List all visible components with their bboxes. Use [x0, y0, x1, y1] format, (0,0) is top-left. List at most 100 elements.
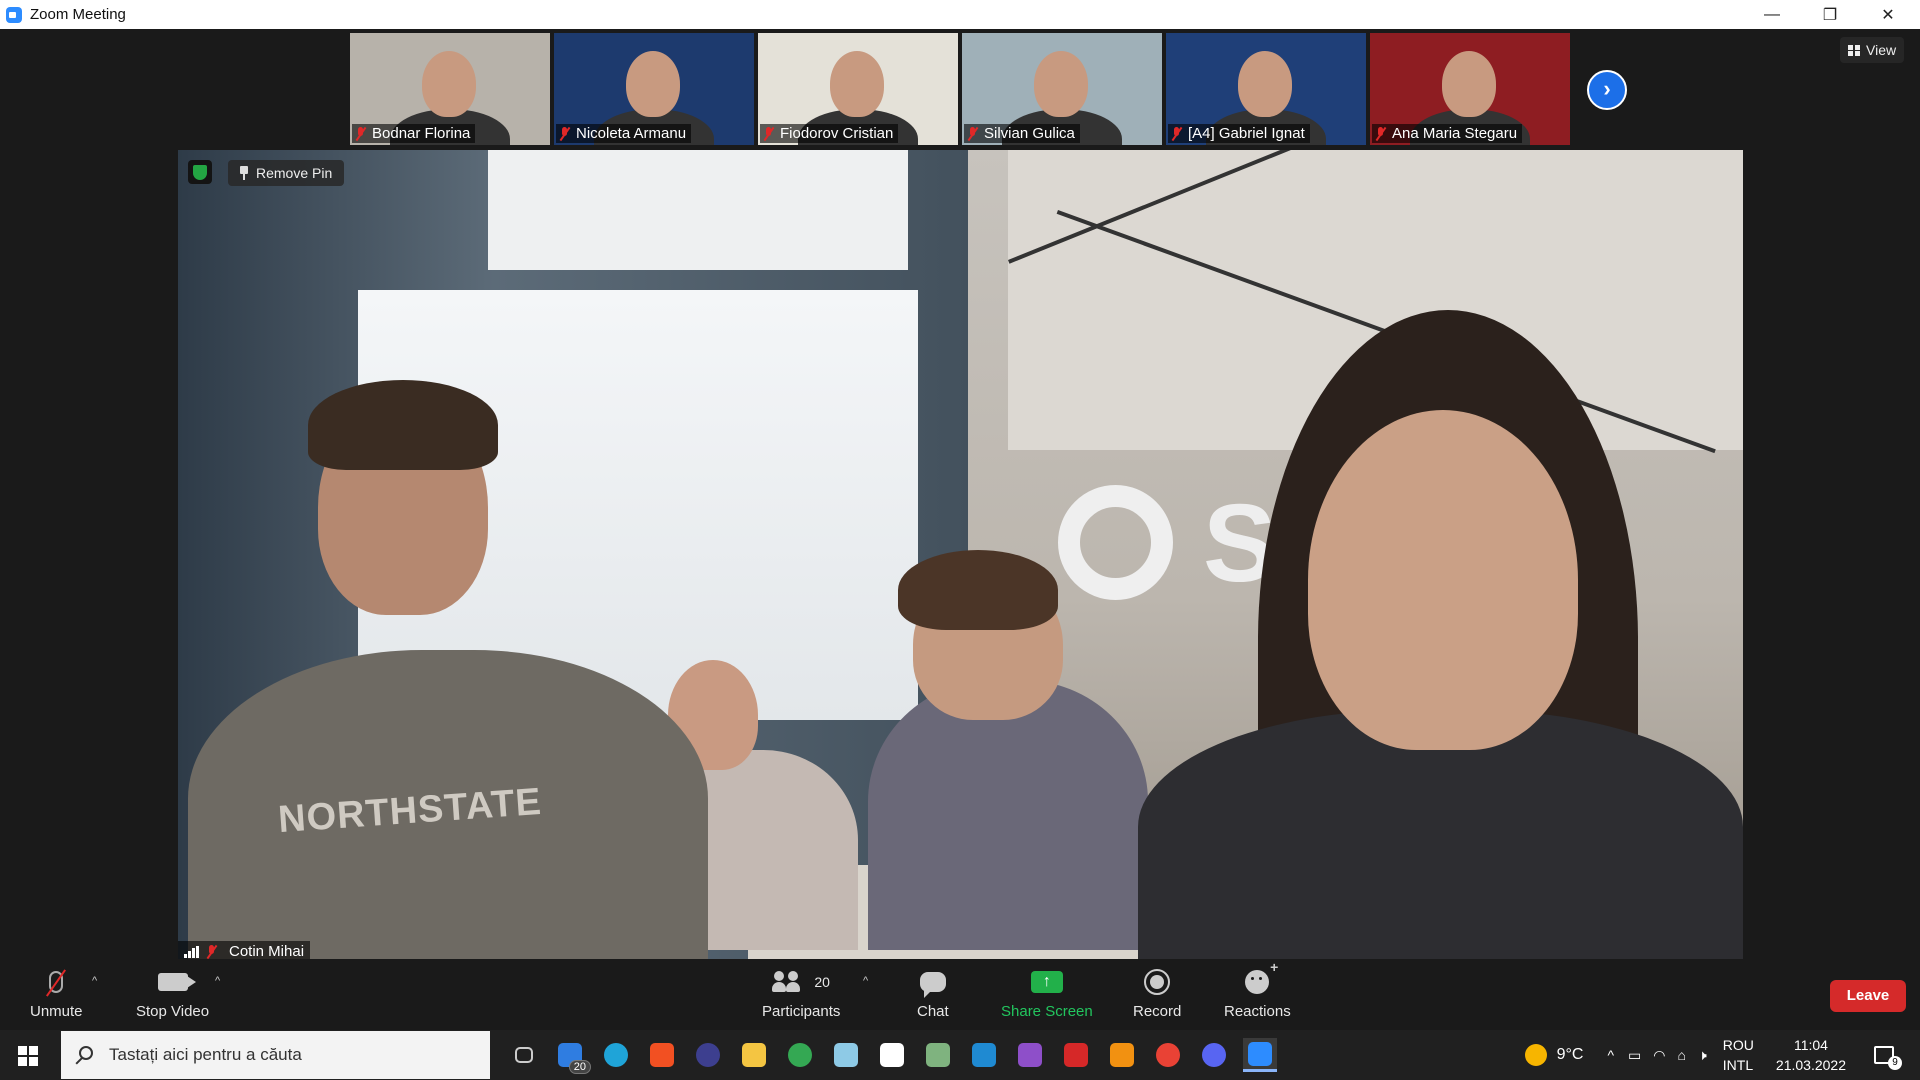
- taskbar-app-edge[interactable]: [599, 1038, 633, 1072]
- reactions-button[interactable]: Reactions: [1224, 959, 1291, 1020]
- mic-muted-icon: [559, 126, 570, 141]
- minimize-button[interactable]: —: [1743, 0, 1801, 29]
- title-bar: Zoom Meeting — ❐ ✕: [0, 0, 1920, 29]
- taskbar-app-visual-studio[interactable]: [1013, 1038, 1047, 1072]
- tray-chevron-icon[interactable]: ^: [1607, 1047, 1614, 1063]
- mic-muted-icon: [763, 126, 774, 141]
- icon-wrap: [919, 967, 946, 998]
- stop-video-label: Stop Video: [136, 1003, 210, 1020]
- participant-thumbnail[interactable]: [A4] Gabriel Ignat: [1166, 33, 1366, 145]
- mail-unread-badge: 20: [568, 1060, 591, 1074]
- mic-muted-icon: [1375, 126, 1386, 141]
- chat-button[interactable]: Chat: [917, 967, 949, 1020]
- video-options-caret[interactable]: ^: [215, 975, 220, 987]
- meeting-area: Bodnar Florina Nicoleta Armanu Fiodorov …: [0, 29, 1920, 963]
- weather-sun-icon[interactable]: [1524, 1044, 1547, 1066]
- taskbar-app-database-tool[interactable]: [921, 1038, 955, 1072]
- participant-face: [422, 51, 476, 117]
- unmute-button[interactable]: Unmute: [30, 967, 83, 1020]
- taskbar-app-sublime[interactable]: [1105, 1038, 1139, 1072]
- start-windows-icon[interactable]: [18, 1046, 38, 1066]
- thumbnail-strip: Bodnar Florina Nicoleta Armanu Fiodorov …: [350, 33, 1570, 145]
- taskbar-app-security-app[interactable]: [1059, 1038, 1093, 1072]
- leave-button[interactable]: Leave: [1830, 980, 1906, 1012]
- notifications-icon[interactable]: 9: [1874, 1046, 1902, 1070]
- close-button[interactable]: ✕: [1859, 0, 1917, 29]
- video-window-top: [488, 150, 908, 270]
- participant-nametag: Fiodorov Cristian: [760, 124, 899, 143]
- main-video[interactable]: S NORTHSTATE Remove Pin Cotin Mihai: [178, 150, 1743, 963]
- battery-icon[interactable]: ▭: [1628, 1047, 1641, 1064]
- taskbar-app-chrome[interactable]: [783, 1038, 817, 1072]
- taskbar-app-document[interactable]: [875, 1038, 909, 1072]
- person-hair: [898, 550, 1058, 630]
- taskbar-app-discord[interactable]: [1197, 1038, 1231, 1072]
- person-head: [1308, 410, 1578, 750]
- notepad-plus-icon: [834, 1043, 858, 1067]
- participant-thumbnail[interactable]: Silvian Gulica: [962, 33, 1162, 145]
- task-view-icon: [515, 1047, 533, 1063]
- audio-options-caret[interactable]: ^: [92, 975, 97, 987]
- participant-name: Nicoleta Armanu: [576, 125, 687, 142]
- taskbar-app-store[interactable]: [645, 1038, 679, 1072]
- icon-wrap: [1144, 967, 1171, 997]
- participant-nametag: Nicoleta Armanu: [556, 124, 692, 143]
- zoom-app-icon: [6, 6, 22, 23]
- participant-thumbnail[interactable]: Fiodorov Cristian: [758, 33, 958, 145]
- network-icon[interactable]: ⌂: [1678, 1047, 1686, 1063]
- search-placeholder: Tastați aici pentru a căuta: [109, 1045, 302, 1064]
- keyboard-layout: INTL: [1722, 1057, 1754, 1073]
- reactions-icon: [1245, 959, 1278, 994]
- gallery-grid-icon: [1848, 44, 1861, 56]
- database-tool-icon: [926, 1043, 950, 1067]
- participant-thumbnail[interactable]: Ana Maria Stegaru: [1370, 33, 1570, 145]
- participant-nametag: Bodnar Florina: [352, 124, 476, 143]
- reactions-label: Reactions: [1224, 1003, 1291, 1020]
- taskbar-app-file-explorer[interactable]: [737, 1038, 771, 1072]
- input-language[interactable]: ROU INTL: [1723, 1035, 1754, 1075]
- taskbar-app-mail[interactable]: 20: [553, 1038, 591, 1074]
- share-screen-icon: ↑: [1030, 971, 1063, 993]
- volume-icon[interactable]: 🕨: [1698, 1047, 1707, 1064]
- remove-pin-button[interactable]: Remove Pin: [228, 160, 345, 186]
- discord-icon: [1202, 1043, 1226, 1067]
- taskbar-app-eclipse[interactable]: [691, 1038, 725, 1072]
- wifi-icon[interactable]: ◠: [1653, 1047, 1665, 1064]
- mic-muted-icon: [967, 126, 978, 141]
- weather-temperature[interactable]: 9°C: [1557, 1046, 1584, 1064]
- participant-name: Silvian Gulica: [984, 125, 1075, 142]
- clock[interactable]: 11:04 21.03.2022: [1776, 1035, 1846, 1075]
- participants-button[interactable]: 20 Participants: [762, 967, 840, 1020]
- participant-thumbnail[interactable]: Bodnar Florina: [350, 33, 550, 145]
- share-screen-button[interactable]: ↑ Share Screen: [1001, 967, 1093, 1020]
- icon-wrap: [49, 967, 64, 997]
- sublime-icon: [1110, 1043, 1134, 1067]
- icon-wrap: [157, 967, 196, 997]
- participant-name: [A4] Gabriel Ignat: [1188, 125, 1305, 142]
- taskbar-app-notepad-plus[interactable]: [829, 1038, 863, 1072]
- taskbar-search-input[interactable]: Tastați aici pentru a căuta: [61, 1031, 490, 1079]
- participant-thumbnail[interactable]: Nicoleta Armanu: [554, 33, 754, 145]
- chrome-icon: [788, 1043, 812, 1067]
- taskbar-app-task-view[interactable]: [507, 1038, 541, 1072]
- record-button[interactable]: Record: [1133, 967, 1181, 1020]
- taskbar-app-zoom[interactable]: [1243, 1038, 1277, 1072]
- next-page-button[interactable]: ›: [1587, 70, 1627, 110]
- encryption-shield-icon[interactable]: [188, 160, 212, 184]
- participants-options-caret[interactable]: ^: [863, 975, 868, 987]
- participants-label: Participants: [762, 1003, 841, 1020]
- view-button[interactable]: View: [1840, 37, 1905, 63]
- stop-video-button[interactable]: Stop Video: [136, 967, 209, 1020]
- participant-name: Ana Maria Stegaru: [1392, 125, 1518, 142]
- taskbar-app-vscode[interactable]: [967, 1038, 1001, 1072]
- restore-button[interactable]: ❐: [1801, 0, 1859, 29]
- clock-date: 21.03.2022: [1775, 1057, 1846, 1073]
- share-screen-label: Share Screen: [1001, 1003, 1093, 1020]
- participant-face: [1034, 51, 1088, 117]
- icon-wrap: ↑: [1030, 967, 1063, 997]
- vscode-icon: [972, 1043, 996, 1067]
- taskbar-app-chrome-profile[interactable]: [1151, 1038, 1185, 1072]
- participant-nametag: [A4] Gabriel Ignat: [1168, 124, 1310, 143]
- camera-icon: [157, 973, 196, 991]
- person-body: [868, 680, 1148, 950]
